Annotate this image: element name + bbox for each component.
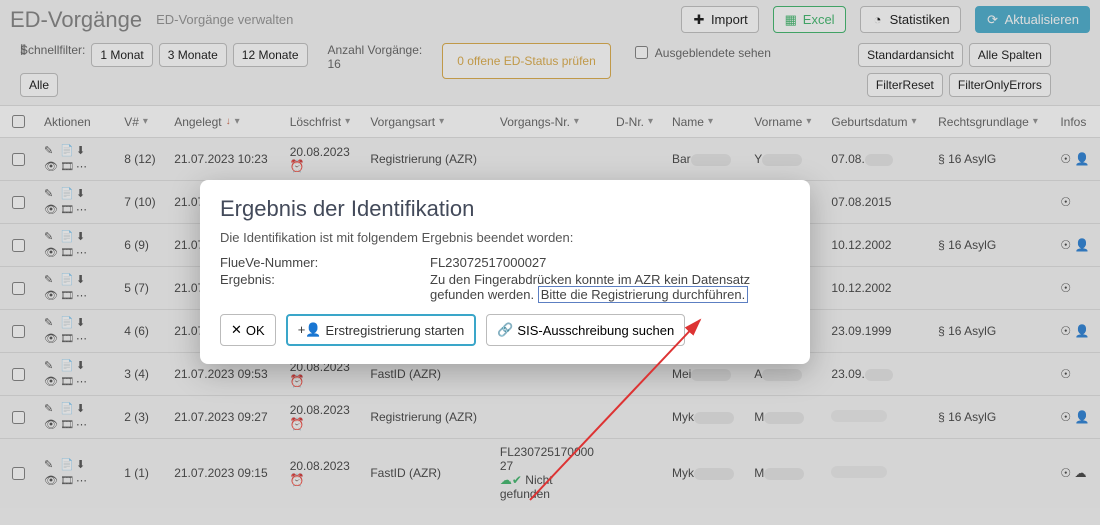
modal-lead: Die Identifikation ist mit folgendem Erg… xyxy=(220,230,790,245)
ergebnis-value: Zu den Fingerabdrücken konnte im AZR kei… xyxy=(430,272,790,302)
modal-title: Ergebnis der Identifikation xyxy=(220,196,790,222)
ergebnis-label: Ergebnis: xyxy=(220,272,430,302)
close-icon: ✕ xyxy=(231,322,242,338)
ok-button[interactable]: ✕ OK xyxy=(220,314,276,346)
person-add-icon: +👤 xyxy=(298,322,322,338)
flueve-value: FL23072517000027 xyxy=(430,255,790,270)
flueve-label: FlueVe-Nummer: xyxy=(220,255,430,270)
link-icon: 🔗 xyxy=(497,322,513,338)
sis-suchen-button[interactable]: 🔗 SIS-Ausschreibung suchen xyxy=(486,314,685,346)
ergebnis-emphasis: Bitte die Registrierung durchführen. xyxy=(538,286,749,303)
erstregistrierung-button[interactable]: +👤 Erstregistrierung starten xyxy=(286,314,477,346)
identification-result-modal: Ergebnis der Identifikation Die Identifi… xyxy=(200,180,810,364)
